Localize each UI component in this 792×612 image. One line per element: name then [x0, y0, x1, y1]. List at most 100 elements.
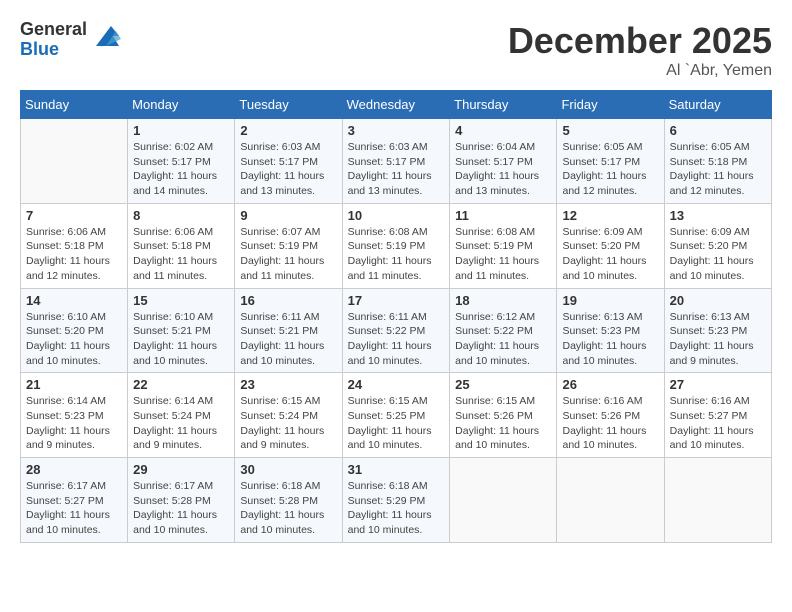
day-number: 31	[348, 462, 445, 477]
weekday-header-tuesday: Tuesday	[235, 91, 342, 119]
day-info: Sunrise: 6:16 AMSunset: 5:27 PMDaylight:…	[670, 394, 766, 453]
logo-blue: Blue	[20, 40, 87, 60]
calendar-table: SundayMondayTuesdayWednesdayThursdayFrid…	[20, 90, 772, 543]
logo-general: General	[20, 20, 87, 40]
day-info: Sunrise: 6:05 AMSunset: 5:18 PMDaylight:…	[670, 140, 766, 199]
day-info: Sunrise: 6:05 AMSunset: 5:17 PMDaylight:…	[562, 140, 658, 199]
calendar-cell: 4 Sunrise: 6:04 AMSunset: 5:17 PMDaylight…	[450, 119, 557, 204]
day-number: 22	[133, 377, 229, 392]
day-number: 18	[455, 293, 551, 308]
day-number: 26	[562, 377, 658, 392]
day-number: 29	[133, 462, 229, 477]
day-info: Sunrise: 6:06 AMSunset: 5:18 PMDaylight:…	[26, 225, 122, 284]
calendar-cell: 5 Sunrise: 6:05 AMSunset: 5:17 PMDaylight…	[557, 119, 664, 204]
day-info: Sunrise: 6:12 AMSunset: 5:22 PMDaylight:…	[455, 310, 551, 369]
day-number: 6	[670, 123, 766, 138]
calendar-cell: 1 Sunrise: 6:02 AMSunset: 5:17 PMDaylight…	[128, 119, 235, 204]
day-info: Sunrise: 6:02 AMSunset: 5:17 PMDaylight:…	[133, 140, 229, 199]
calendar-cell: 23Sunrise: 6:15 AMSunset: 5:24 PMDayligh…	[235, 373, 342, 458]
calendar-week-row: 21 Sunrise: 6:14 AMSunset: 5:23 PMDayligh…	[21, 373, 772, 458]
calendar-cell: 18 Sunrise: 6:12 AMSunset: 5:22 PMDayligh…	[450, 288, 557, 373]
month-title: December 2025	[508, 20, 772, 62]
calendar-cell: 12 Sunrise: 6:09 AMSunset: 5:20 PMDayligh…	[557, 203, 664, 288]
weekday-header-thursday: Thursday	[450, 91, 557, 119]
day-number: 27	[670, 377, 766, 392]
day-number: 13	[670, 208, 766, 223]
calendar-cell	[664, 458, 771, 543]
calendar-cell: 30 Sunrise: 6:18 AMSunset: 5:28 PMDayligh…	[235, 458, 342, 543]
day-number: 1	[133, 123, 229, 138]
day-number: 17	[348, 293, 445, 308]
calendar-cell: 10 Sunrise: 6:08 AMSunset: 5:19 PMDayligh…	[342, 203, 450, 288]
day-info: Sunrise: 6:18 AMSunset: 5:28 PMDaylight:…	[240, 479, 336, 538]
calendar-cell: 26Sunrise: 6:16 AMSunset: 5:26 PMDayligh…	[557, 373, 664, 458]
day-info: Sunrise: 6:13 AMSunset: 5:23 PMDaylight:…	[562, 310, 658, 369]
calendar-cell: 27 Sunrise: 6:16 AMSunset: 5:27 PMDayligh…	[664, 373, 771, 458]
calendar-cell: 7 Sunrise: 6:06 AMSunset: 5:18 PMDaylight…	[21, 203, 128, 288]
day-info: Sunrise: 6:15 AMSunset: 5:24 PMDaylight:…	[240, 394, 336, 453]
calendar-week-row: 1 Sunrise: 6:02 AMSunset: 5:17 PMDaylight…	[21, 119, 772, 204]
calendar-cell: 14 Sunrise: 6:10 AMSunset: 5:20 PMDayligh…	[21, 288, 128, 373]
calendar-cell: 31 Sunrise: 6:18 AMSunset: 5:29 PMDayligh…	[342, 458, 450, 543]
calendar-cell	[450, 458, 557, 543]
calendar-cell: 6 Sunrise: 6:05 AMSunset: 5:18 PMDaylight…	[664, 119, 771, 204]
day-number: 3	[348, 123, 445, 138]
day-info: Sunrise: 6:14 AMSunset: 5:24 PMDaylight:…	[133, 394, 229, 453]
page-header: General Blue December 2025 Al `Abr, Yeme…	[20, 20, 772, 80]
day-number: 30	[240, 462, 336, 477]
day-number: 19	[562, 293, 658, 308]
weekday-header-monday: Monday	[128, 91, 235, 119]
day-number: 21	[26, 377, 122, 392]
calendar-cell: 8 Sunrise: 6:06 AMSunset: 5:18 PMDaylight…	[128, 203, 235, 288]
day-info: Sunrise: 6:11 AMSunset: 5:22 PMDaylight:…	[348, 310, 445, 369]
day-info: Sunrise: 6:10 AMSunset: 5:20 PMDaylight:…	[26, 310, 122, 369]
day-number: 15	[133, 293, 229, 308]
calendar-cell: 29 Sunrise: 6:17 AMSunset: 5:28 PMDayligh…	[128, 458, 235, 543]
day-info: Sunrise: 6:17 AMSunset: 5:27 PMDaylight:…	[26, 479, 122, 538]
calendar-cell: 17 Sunrise: 6:11 AMSunset: 5:22 PMDayligh…	[342, 288, 450, 373]
day-number: 16	[240, 293, 336, 308]
day-info: Sunrise: 6:03 AMSunset: 5:17 PMDaylight:…	[240, 140, 336, 199]
title-block: December 2025 Al `Abr, Yemen	[508, 20, 772, 80]
day-number: 12	[562, 208, 658, 223]
day-info: Sunrise: 6:08 AMSunset: 5:19 PMDaylight:…	[348, 225, 445, 284]
day-info: Sunrise: 6:15 AMSunset: 5:25 PMDaylight:…	[348, 394, 445, 453]
day-info: Sunrise: 6:04 AMSunset: 5:17 PMDaylight:…	[455, 140, 551, 199]
day-info: Sunrise: 6:17 AMSunset: 5:28 PMDaylight:…	[133, 479, 229, 538]
day-number: 14	[26, 293, 122, 308]
calendar-cell: 2 Sunrise: 6:03 AMSunset: 5:17 PMDaylight…	[235, 119, 342, 204]
day-number: 24	[348, 377, 445, 392]
weekday-header-wednesday: Wednesday	[342, 91, 450, 119]
calendar-cell: 9Sunrise: 6:07 AMSunset: 5:19 PMDaylight…	[235, 203, 342, 288]
day-number: 2	[240, 123, 336, 138]
location-title: Al `Abr, Yemen	[508, 62, 772, 80]
day-number: 11	[455, 208, 551, 223]
weekday-header-friday: Friday	[557, 91, 664, 119]
calendar-cell: 3 Sunrise: 6:03 AMSunset: 5:17 PMDaylight…	[342, 119, 450, 204]
calendar-cell: 13Sunrise: 6:09 AMSunset: 5:20 PMDayligh…	[664, 203, 771, 288]
day-info: Sunrise: 6:18 AMSunset: 5:29 PMDaylight:…	[348, 479, 445, 538]
calendar-cell: 24 Sunrise: 6:15 AMSunset: 5:25 PMDayligh…	[342, 373, 450, 458]
day-info: Sunrise: 6:06 AMSunset: 5:18 PMDaylight:…	[133, 225, 229, 284]
calendar-cell	[21, 119, 128, 204]
calendar-cell	[557, 458, 664, 543]
day-info: Sunrise: 6:14 AMSunset: 5:23 PMDaylight:…	[26, 394, 122, 453]
day-number: 10	[348, 208, 445, 223]
day-info: Sunrise: 6:09 AMSunset: 5:20 PMDaylight:…	[562, 225, 658, 284]
day-number: 7	[26, 208, 122, 223]
calendar-cell: 15Sunrise: 6:10 AMSunset: 5:21 PMDayligh…	[128, 288, 235, 373]
calendar-week-row: 14 Sunrise: 6:10 AMSunset: 5:20 PMDayligh…	[21, 288, 772, 373]
calendar-week-row: 28Sunrise: 6:17 AMSunset: 5:27 PMDayligh…	[21, 458, 772, 543]
day-info: Sunrise: 6:13 AMSunset: 5:23 PMDaylight:…	[670, 310, 766, 369]
day-number: 25	[455, 377, 551, 392]
logo: General Blue	[20, 20, 121, 60]
day-info: Sunrise: 6:07 AMSunset: 5:19 PMDaylight:…	[240, 225, 336, 284]
calendar-cell: 16Sunrise: 6:11 AMSunset: 5:21 PMDayligh…	[235, 288, 342, 373]
day-number: 8	[133, 208, 229, 223]
day-info: Sunrise: 6:15 AMSunset: 5:26 PMDaylight:…	[455, 394, 551, 453]
day-number: 20	[670, 293, 766, 308]
day-number: 5	[562, 123, 658, 138]
day-info: Sunrise: 6:03 AMSunset: 5:17 PMDaylight:…	[348, 140, 445, 199]
weekday-header-row: SundayMondayTuesdayWednesdayThursdayFrid…	[21, 91, 772, 119]
day-number: 4	[455, 123, 551, 138]
